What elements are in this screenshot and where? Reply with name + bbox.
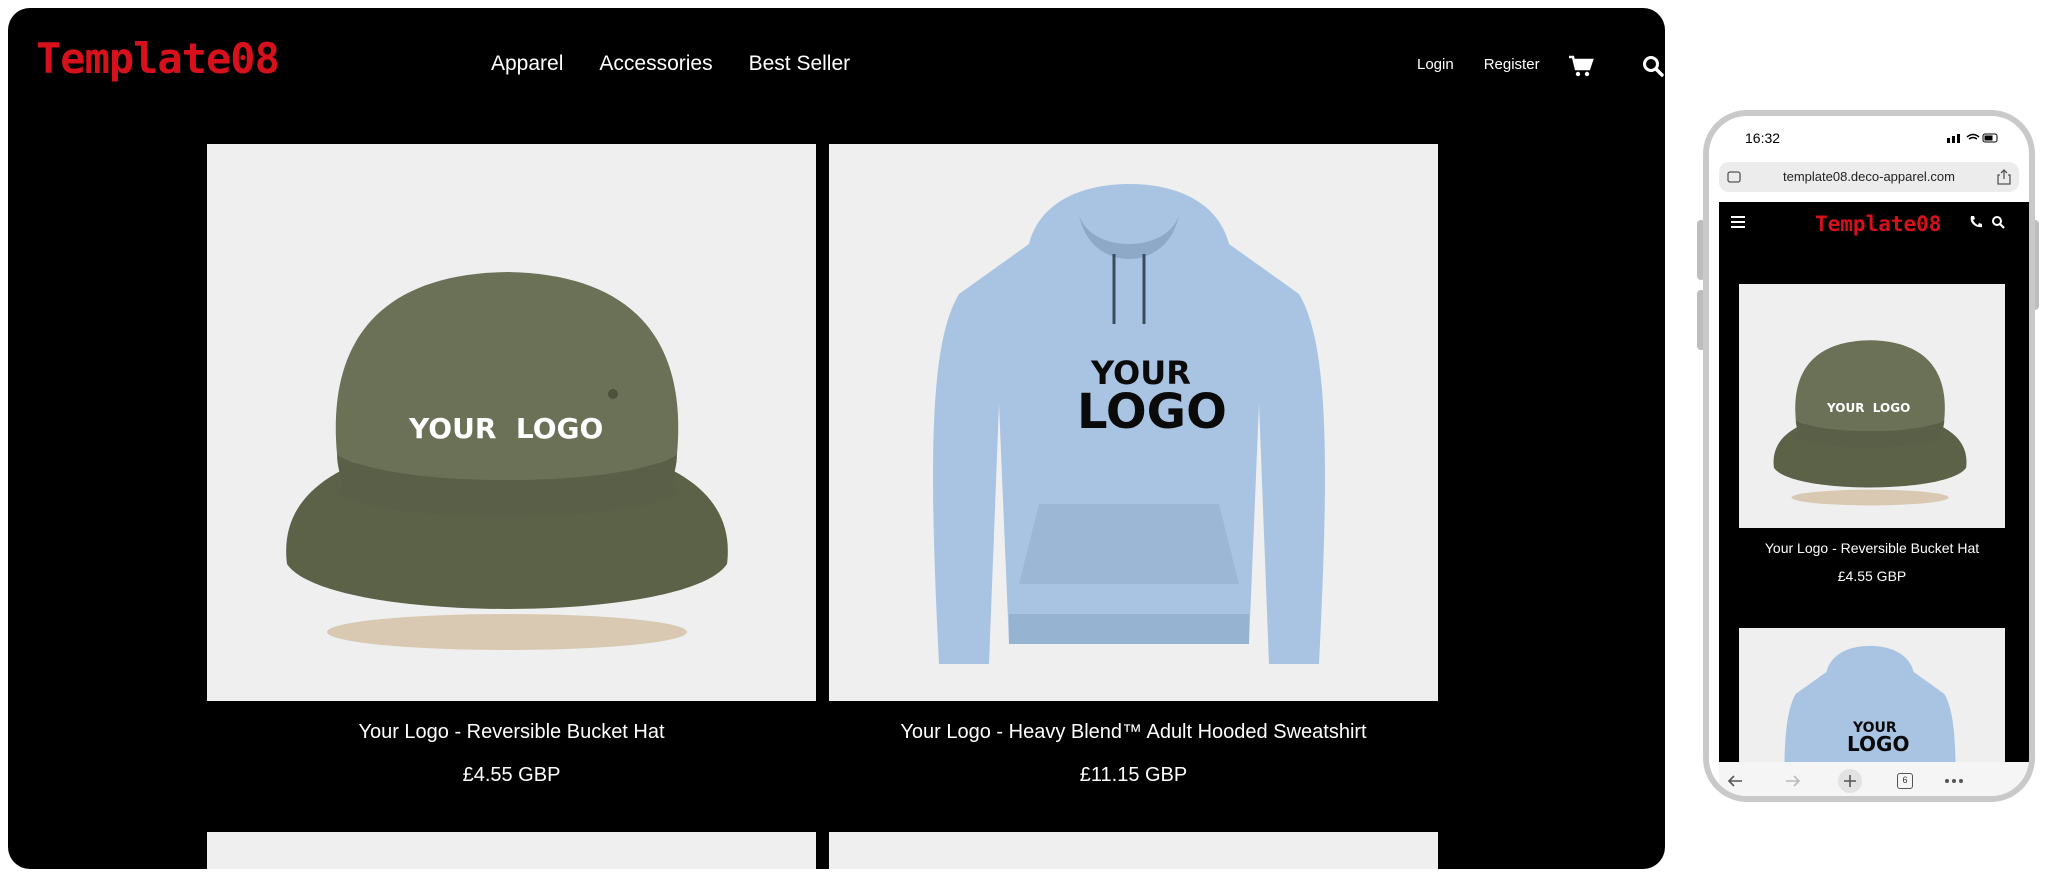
mobile-product-price: £4.55 GBP bbox=[1837, 568, 1907, 584]
register-link[interactable]: Register bbox=[1484, 56, 1540, 73]
login-link[interactable]: Login bbox=[1417, 56, 1454, 73]
new-tab-icon[interactable] bbox=[1837, 768, 1863, 794]
more-icon[interactable] bbox=[1945, 778, 1963, 784]
back-icon[interactable] bbox=[1727, 774, 1743, 788]
product-price: £11.15 GBP bbox=[1079, 764, 1188, 786]
nav-apparel[interactable]: Apparel bbox=[491, 52, 563, 76]
search-icon[interactable] bbox=[1642, 55, 1664, 77]
cart-icon[interactable] bbox=[1568, 55, 1594, 77]
product-title[interactable]: Your Logo - Heavy Blend™ Adult Hooded Sw… bbox=[829, 721, 1438, 744]
status-bar: 16:32 bbox=[1709, 116, 2029, 154]
product-card[interactable]: YOUR LOGO Your Logo - Reversible Bucket … bbox=[207, 144, 816, 787]
address-bar[interactable]: template08.deco-apparel.com bbox=[1719, 162, 2019, 192]
hat-logo-print: YOUR LOGO bbox=[1827, 401, 1911, 415]
menu-icon[interactable] bbox=[1731, 216, 1745, 228]
url-text: template08.deco-apparel.com bbox=[1783, 169, 1955, 184]
product-title[interactable]: Your Logo - Reversible Bucket Hat bbox=[207, 721, 816, 744]
mobile-product-image[interactable]: YOUR LOGO bbox=[1739, 284, 2005, 528]
mobile-product-title[interactable]: Your Logo - Reversible Bucket Hat bbox=[1739, 540, 2005, 556]
browser-toolbar: 6 bbox=[1719, 762, 2029, 796]
site-logo[interactable]: Template08 bbox=[36, 34, 280, 83]
hoodie-logo-print-line2: LOGO bbox=[1077, 384, 1227, 440]
mobile-preview: 16:32 template08.deco-apparel.com Templa… bbox=[1703, 110, 2035, 802]
product-image[interactable]: YOUR LOGO bbox=[207, 144, 816, 701]
hoodie-logo-print-line2: LOGO bbox=[1847, 732, 1910, 756]
nav-accessories[interactable]: Accessories bbox=[599, 52, 712, 76]
nav-best-seller[interactable]: Best Seller bbox=[749, 52, 851, 76]
status-icons bbox=[1947, 133, 1998, 143]
mobile-product-card[interactable]: YOUR LOGO Your Logo - Reversible Bucket … bbox=[1739, 284, 2005, 584]
phone-icon[interactable] bbox=[1969, 215, 1983, 229]
screenshot-root: Template08 Apparel Accessories Best Sell… bbox=[0, 0, 2048, 875]
product-card[interactable]: YOUR LOGO Your Logo - Heavy Blend™ Adult… bbox=[829, 144, 1438, 787]
mobile-site: Template08 YOUR LOGO Your Logo - Reversi… bbox=[1719, 202, 2029, 762]
mobile-product-image[interactable]: YOUR LOGO bbox=[1739, 628, 2005, 762]
mobile-product-card[interactable]: YOUR LOGO bbox=[1739, 628, 2005, 762]
status-time: 16:32 bbox=[1745, 130, 1781, 146]
main-nav: Apparel Accessories Best Seller bbox=[491, 52, 850, 76]
account-links: Login Register bbox=[1417, 56, 1540, 73]
desktop-site: Template08 Apparel Accessories Best Sell… bbox=[8, 8, 1665, 869]
product-image[interactable]: YOUR LOGO bbox=[829, 144, 1438, 701]
forward-icon[interactable] bbox=[1785, 774, 1801, 788]
tab-count: 6 bbox=[1902, 775, 1908, 785]
search-icon[interactable] bbox=[1991, 215, 2005, 229]
share-icon[interactable] bbox=[1997, 169, 2011, 185]
mobile-site-logo[interactable]: Template08 bbox=[1815, 212, 1941, 236]
hat-logo-print: YOUR LOGO bbox=[409, 412, 604, 445]
product-price: £4.55 GBP bbox=[462, 764, 561, 786]
tabs-button[interactable]: 6 bbox=[1897, 773, 1913, 789]
product-card-partial[interactable] bbox=[207, 832, 816, 869]
product-card-partial[interactable] bbox=[829, 832, 1438, 869]
